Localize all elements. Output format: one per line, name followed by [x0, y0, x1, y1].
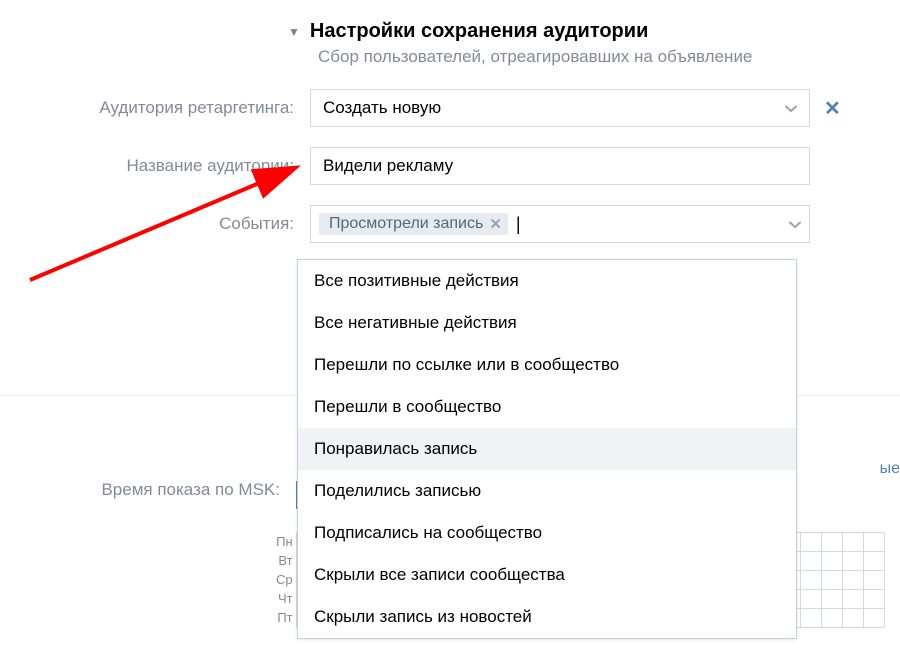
dropdown-item[interactable]: Понравилась запись: [298, 428, 796, 470]
schedule-label: Время показа по MSK:: [30, 470, 296, 500]
schedule-cell[interactable]: [864, 609, 885, 628]
schedule-cell[interactable]: [822, 609, 843, 628]
dropdown-item[interactable]: Все негативные действия: [298, 302, 796, 344]
dropdown-item[interactable]: Скрыли все записи сообщества: [298, 554, 796, 596]
events-multiselect[interactable]: Просмотрели запись ✕ |: [310, 205, 810, 243]
day-label: Пн: [276, 532, 293, 551]
dropdown-item[interactable]: Перешли по ссылке или в сообщество: [298, 344, 796, 386]
schedule-cell[interactable]: [801, 609, 822, 628]
schedule-cell[interactable]: [801, 590, 822, 609]
dropdown-item[interactable]: Все позитивные действия: [298, 260, 796, 302]
schedule-cell[interactable]: [864, 533, 885, 552]
schedule-cell[interactable]: [801, 552, 822, 571]
dropdown-item[interactable]: Поделились записью: [298, 470, 796, 512]
name-label: Название аудитории:: [30, 156, 310, 176]
events-dropdown: Все позитивные действияВсе негативные де…: [297, 259, 797, 639]
section-title: Настройки сохранения аудитории: [310, 20, 648, 43]
dropdown-item[interactable]: Скрыли запись из новостей: [298, 596, 796, 638]
day-label: Чт: [276, 589, 293, 608]
schedule-cell[interactable]: [822, 571, 843, 590]
retargeting-label: Аудитория ретаргетинга:: [30, 98, 310, 118]
retargeting-select[interactable]: Создать новую: [310, 89, 810, 127]
tag-remove-icon[interactable]: ✕: [489, 215, 502, 233]
schedule-cell[interactable]: [843, 552, 864, 571]
schedule-cell[interactable]: [801, 533, 822, 552]
schedule-cell[interactable]: [843, 571, 864, 590]
section-header: ▼ Настройки сохранения аудитории: [288, 20, 870, 43]
events-label: События:: [30, 214, 310, 234]
retargeting-value: Создать новую: [323, 98, 785, 118]
schedule-cell[interactable]: [864, 552, 885, 571]
schedule-cell[interactable]: [822, 552, 843, 571]
collapse-triangle-icon[interactable]: ▼: [288, 25, 300, 39]
chevron-down-icon: [785, 100, 797, 116]
schedule-cell[interactable]: [843, 590, 864, 609]
partial-link[interactable]: ые: [880, 460, 900, 478]
dropdown-item[interactable]: Перешли в сообщество: [298, 386, 796, 428]
audience-name-input[interactable]: [310, 147, 810, 185]
day-label: Вт: [276, 551, 293, 570]
schedule-cell[interactable]: [843, 609, 864, 628]
dropdown-item[interactable]: Подписались на сообщество: [298, 512, 796, 554]
schedule-cell[interactable]: [822, 590, 843, 609]
text-cursor: |: [516, 214, 521, 235]
day-label: Пт: [276, 608, 293, 627]
schedule-cell[interactable]: [822, 533, 843, 552]
remove-audience-icon[interactable]: ✕: [824, 96, 841, 121]
schedule-cell[interactable]: [864, 590, 885, 609]
chevron-down-icon: [789, 216, 801, 232]
day-label: Ср: [276, 570, 293, 589]
event-tag: Просмотрели запись ✕: [319, 213, 508, 235]
schedule-cell[interactable]: [864, 571, 885, 590]
schedule-cell[interactable]: [801, 571, 822, 590]
event-tag-label: Просмотрели запись: [329, 215, 483, 233]
schedule-cell[interactable]: [843, 533, 864, 552]
section-subtitle: Сбор пользователей, отреагировавших на о…: [318, 47, 870, 67]
